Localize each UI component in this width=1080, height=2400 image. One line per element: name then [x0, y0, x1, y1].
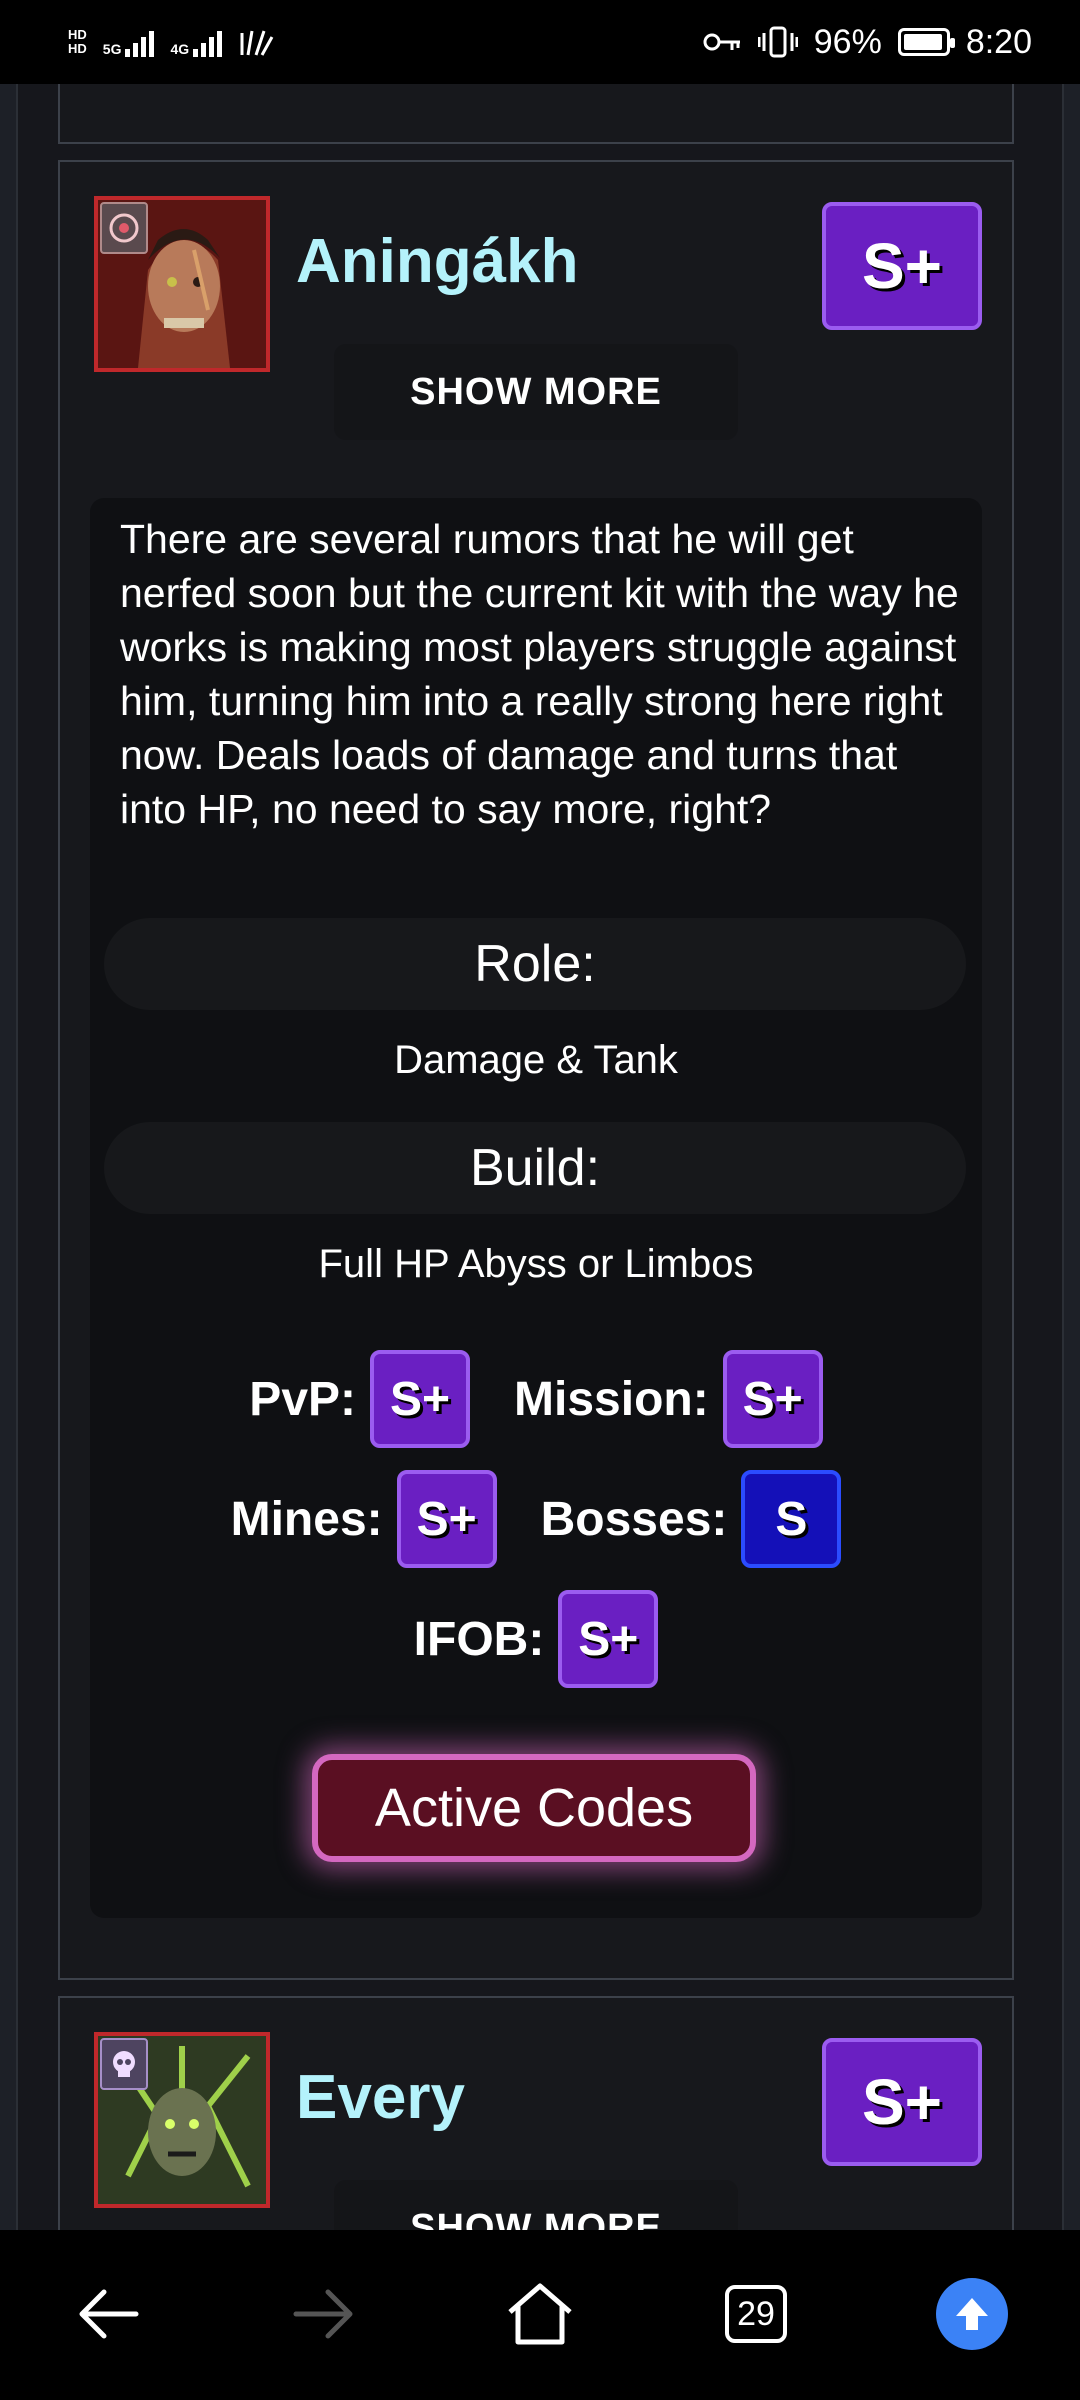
battery-percent: 96% — [813, 22, 882, 61]
tier-badge: S+ — [822, 2038, 982, 2166]
arrow-up-icon — [936, 2278, 1008, 2350]
hero-name: Every — [296, 2063, 465, 2132]
hero-portrait — [94, 2032, 270, 2208]
status-bar: HD HD 5G 4G 96% 8:20 — [0, 0, 1080, 84]
build-value: Full HP Abyss or Limbos — [318, 1242, 754, 1286]
next-hero-card: Every S+ SHOW MORE — [58, 1996, 1014, 2230]
class-badge-icon — [100, 202, 148, 254]
arrow-left-icon — [79, 2289, 139, 2339]
ratings-row-2: Mines: S+ Bosses: S — [90, 1470, 982, 1568]
wifi-off-icon — [240, 30, 274, 56]
hd-icon: HD HD — [68, 27, 87, 56]
rating-label: Mines: — [230, 1492, 383, 1546]
show-more-button[interactable]: SHOW MORE — [334, 2180, 738, 2230]
class-badge-icon — [100, 2038, 148, 2090]
signal-bars-icon — [193, 27, 223, 57]
rating-badge: S+ — [396, 1470, 497, 1568]
arrow-right-icon — [293, 2289, 353, 2339]
rating-mines: Mines: S+ — [231, 1470, 497, 1568]
tabs-count: 29 — [725, 2285, 787, 2343]
role-heading: Role: — [104, 918, 966, 1010]
page-content[interactable]: Aningákh S+ SHOW MORE There are several … — [0, 84, 1080, 2230]
clock: 8:20 — [965, 22, 1032, 61]
signal-5g: 5G — [103, 27, 155, 57]
rating-badge: S — [741, 1470, 842, 1568]
browser-nav-bar: 29 — [0, 2230, 1080, 2400]
rating-label: PvP: — [249, 1372, 357, 1426]
signal-4g: 4G — [170, 27, 223, 57]
rating-ifob: IFOB: S+ — [414, 1590, 659, 1688]
key-icon — [703, 33, 740, 51]
ratings-row-1: PvP: S+ Mission: S+ — [90, 1350, 982, 1448]
role-value: Damage & Tank — [394, 1038, 678, 1082]
hero-details-panel: There are several rumors that he will ge… — [90, 498, 982, 1918]
rating-mission: Mission: S+ — [514, 1350, 823, 1448]
rating-pvp: PvP: S+ — [249, 1350, 471, 1448]
rating-label: Mission: — [514, 1372, 709, 1426]
tier-badge: S+ — [822, 202, 982, 330]
rating-label: Bosses: — [540, 1492, 728, 1546]
show-more-button[interactable]: SHOW MORE — [334, 344, 738, 440]
rating-label: IFOB: — [413, 1612, 545, 1666]
hero-description: There are several rumors that he will ge… — [120, 516, 959, 832]
back-button[interactable] — [68, 2274, 148, 2354]
status-left: HD HD 5G 4G — [68, 27, 274, 57]
previous-hero-card — [58, 84, 1014, 144]
build-heading: Build: — [104, 1122, 966, 1214]
forward-button[interactable] — [284, 2274, 364, 2354]
hero-name: Aningákh — [296, 227, 579, 296]
battery-icon — [897, 28, 955, 56]
skull-icon — [113, 2051, 135, 2077]
scroll-to-top-button[interactable] — [932, 2274, 1012, 2354]
hero-card: Aningákh S+ SHOW MORE There are several … — [58, 160, 1014, 1980]
tabs-button[interactable]: 29 — [716, 2274, 796, 2354]
signal-bars-icon — [125, 27, 155, 57]
rating-bosses: Bosses: S — [541, 1470, 842, 1568]
ratings-row-3: IFOB: S+ — [90, 1590, 982, 1688]
rating-badge: S+ — [558, 1590, 659, 1688]
active-codes-button[interactable]: Active Codes — [312, 1754, 756, 1862]
vibrate-icon — [757, 26, 798, 58]
status-right: 96% 8:20 — [702, 23, 1032, 62]
target-icon — [109, 213, 139, 243]
home-icon — [508, 2283, 572, 2345]
home-button[interactable] — [500, 2274, 580, 2354]
rating-badge: S+ — [370, 1350, 471, 1448]
rating-badge: S+ — [722, 1350, 823, 1448]
hero-portrait — [94, 196, 270, 372]
